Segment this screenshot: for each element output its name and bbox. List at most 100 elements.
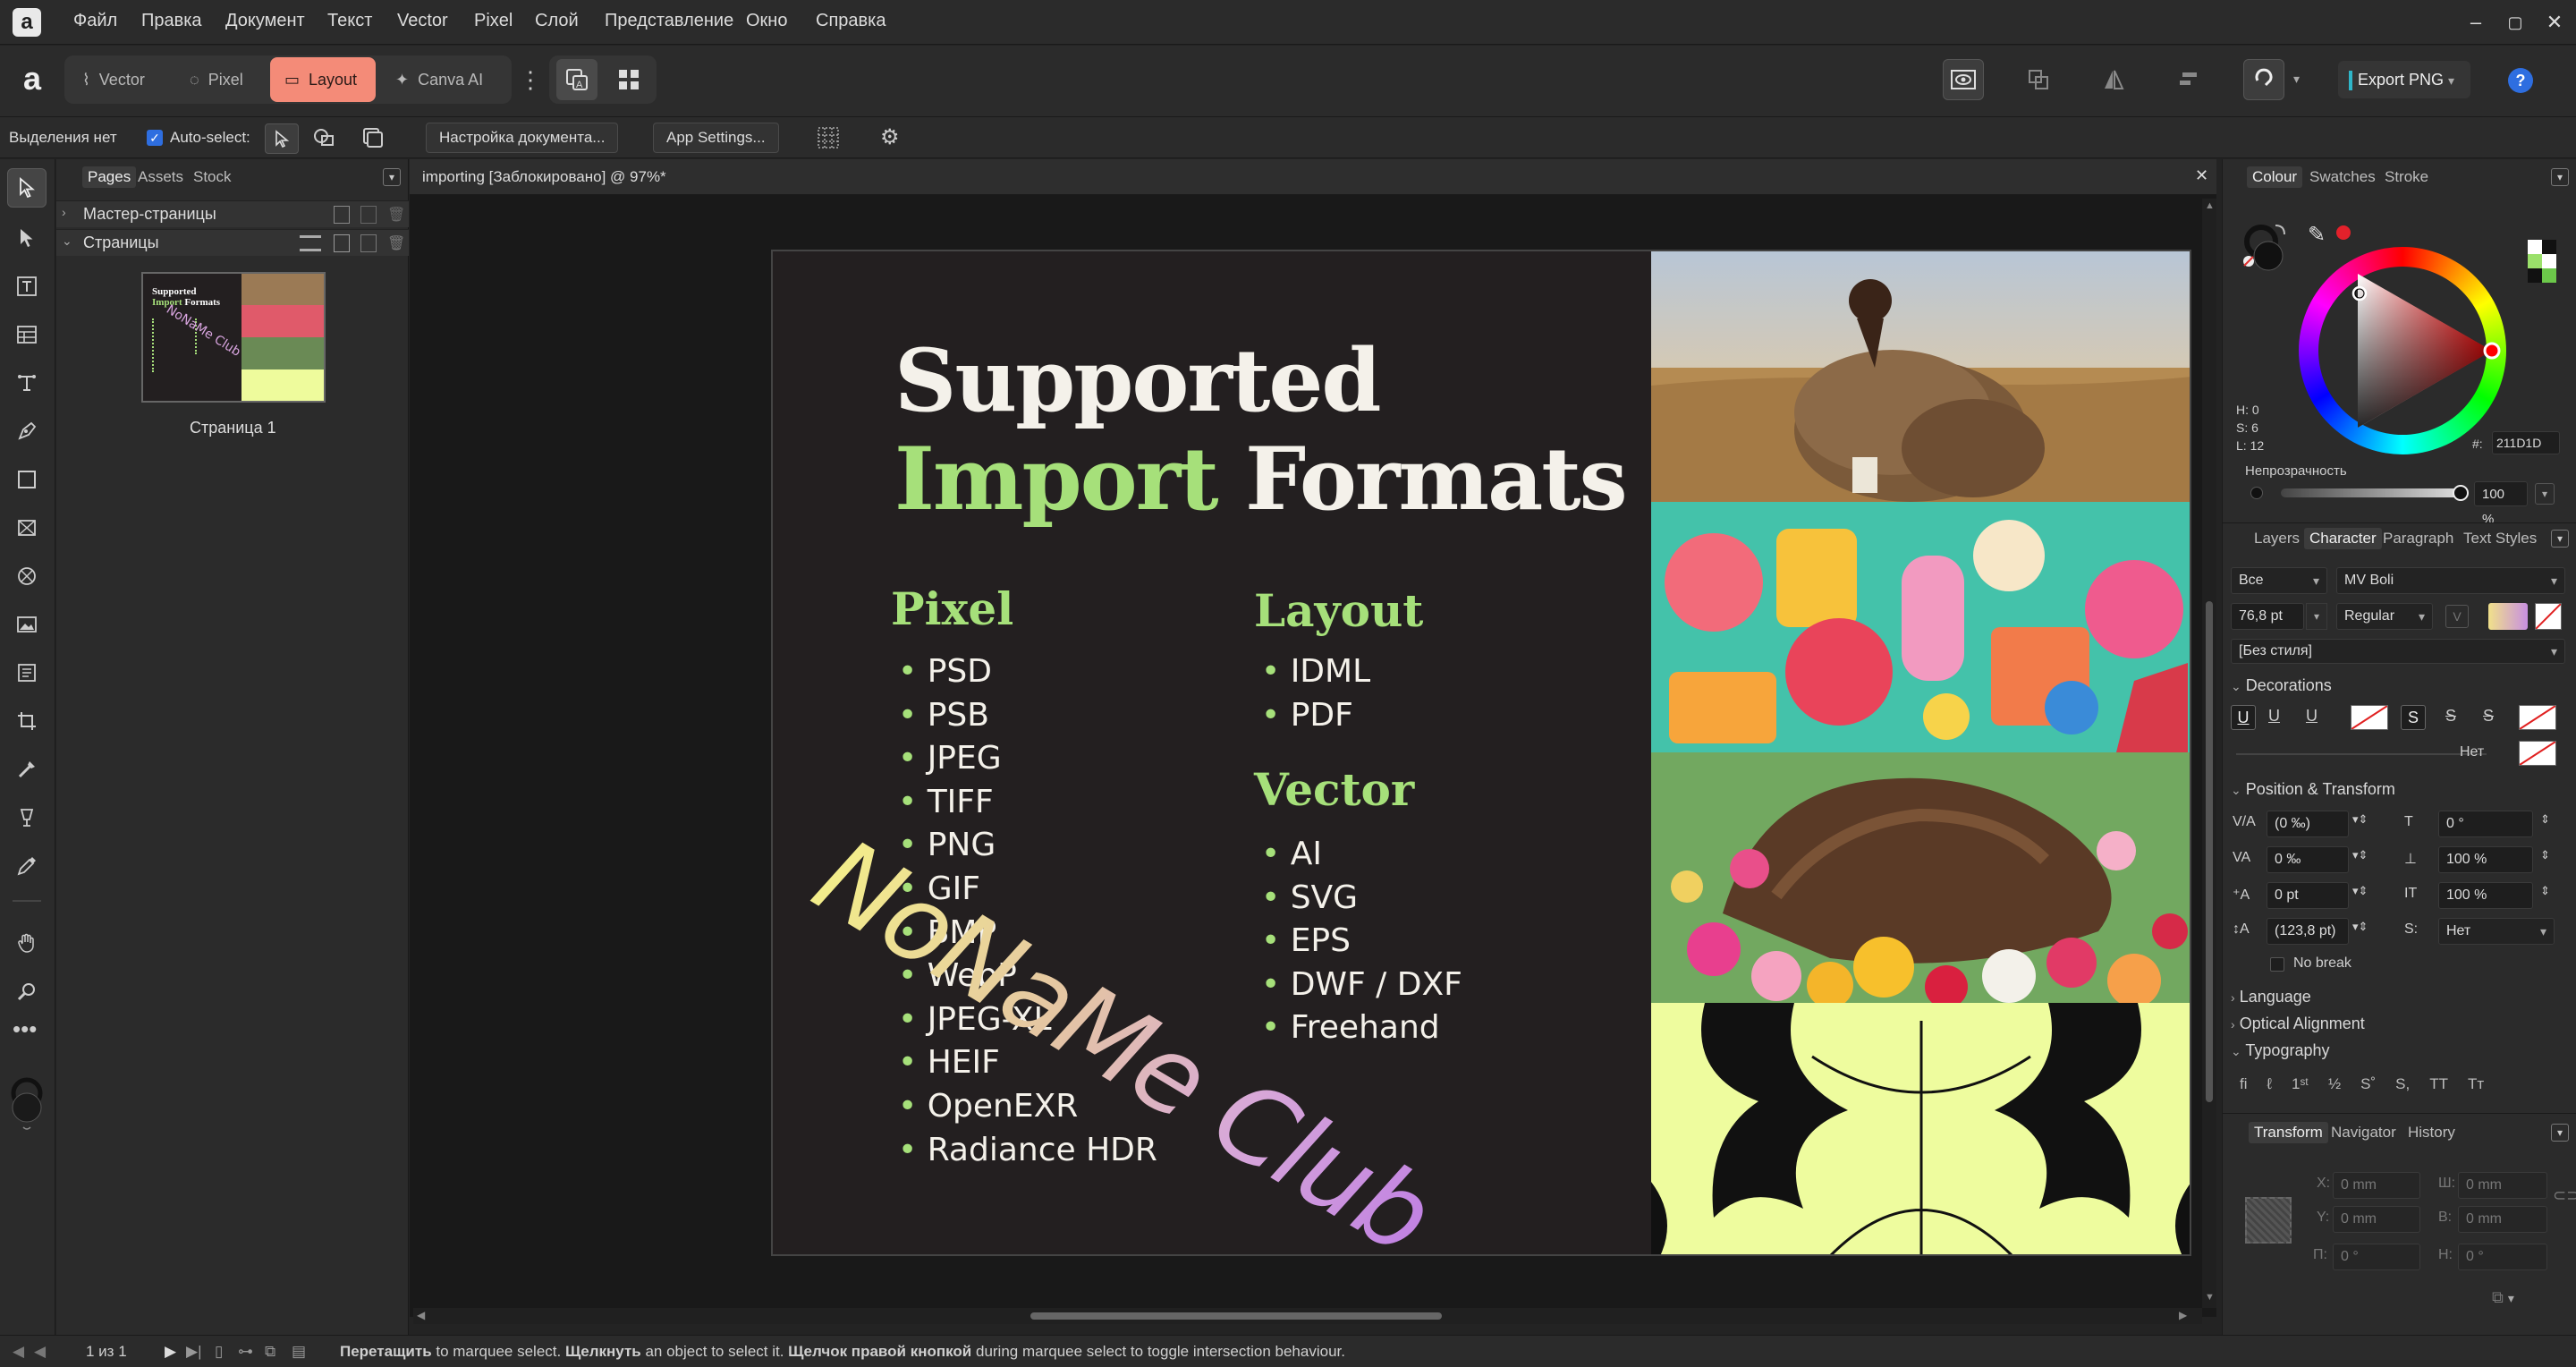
table-tool-icon[interactable] [7,315,47,354]
format-item[interactable]: • PDF [1261,694,1370,738]
skew-stepper-icon[interactable]: ⇕ [2540,812,2550,827]
underline-alt-button[interactable]: U [2306,707,2318,726]
shear-field[interactable]: 0 ° [2458,1244,2547,1270]
link-icon[interactable]: ⊶ [238,1343,253,1361]
format-item[interactable]: • JPEG [898,737,1157,781]
fraction-icon[interactable]: ½ [2328,1075,2341,1093]
caps-dropdown[interactable]: Нет ▾ [2438,918,2555,945]
page-spread-icon[interactable] [300,235,321,251]
select-layer-icon[interactable] [360,125,386,150]
decoration-fill-swatch[interactable] [2519,741,2556,766]
boolean-icon[interactable] [2018,59,2059,100]
menu-vector[interactable]: Vector [397,11,448,31]
vector-format-list[interactable]: • AI • SVG • EPS • DWF / DXF • Freehand [1261,833,1462,1050]
settings-gear-icon[interactable]: ⚙ [880,127,900,149]
fill-stroke-selector[interactable] [2241,222,2292,276]
photo-line-art[interactable] [1651,1003,2190,1254]
position-transform-section[interactable]: ⌄ Position & Transform [2231,780,2395,799]
double-strike-button[interactable]: S [2445,707,2456,726]
subscript-icon[interactable]: S, [2395,1075,2410,1093]
document-setup-button[interactable]: Настройка документа... [426,123,619,153]
scope-dropdown[interactable]: Все ▾ [2231,567,2327,594]
tracking-stepper-icon[interactable]: ▾⇕ [2352,848,2368,862]
menu-edit[interactable]: Правка [141,11,202,31]
width-field[interactable]: 0 mm [2458,1172,2547,1199]
pages-row[interactable]: ⌄ Страницы 🗑 [56,229,409,256]
layout-heading[interactable]: Layout [1254,584,1423,637]
format-item[interactable]: • EPS [1261,920,1462,964]
typography-section[interactable]: ⌄ Typography [2231,1041,2329,1060]
persona-vector[interactable]: ⌇ Vector [68,57,159,102]
underline-button[interactable]: U [2231,705,2256,730]
text-frame-mode-icon[interactable]: A [556,59,597,100]
flip-icon[interactable] [2093,59,2134,100]
minimize-icon[interactable]: – [2458,7,2494,38]
vscale-stepper-icon[interactable]: ⇕ [2540,884,2550,898]
spread-icon[interactable]: ⧉ [265,1343,275,1361]
master-pages-row[interactable]: › Мастер-страницы 🗑 [56,200,409,227]
menu-pixel[interactable]: Pixel [474,11,513,31]
tab-pages[interactable]: Pages [82,166,137,188]
vertical-scroll-thumb[interactable] [2206,601,2213,1102]
kerning-stepper-icon[interactable]: ▾⇕ [2352,812,2368,827]
kerning-field[interactable]: (0 ‰) [2267,811,2349,837]
text-fill-swatch[interactable] [2488,603,2528,630]
font-family-dropdown[interactable]: MV Boli ▾ [2336,567,2565,594]
leading-stepper-icon[interactable]: ▾⇕ [2352,920,2368,934]
optical-alignment-section[interactable]: › Optical Alignment [2231,1015,2365,1033]
tab-history[interactable]: History [2408,1124,2455,1142]
pixel-heading[interactable]: Pixel [891,582,1013,635]
page-thumbnail[interactable]: Supported Import Formats NoNaMe Club [141,272,326,403]
rectangle-tool-icon[interactable] [7,460,47,499]
artboard[interactable]: Supported Import Formats Pixel • PSD • PS… [771,250,2191,1256]
format-item[interactable]: • SVG [1261,877,1462,921]
tab-colour[interactable]: Colour [2247,166,2303,188]
colour-panel-menu-icon[interactable]: ▾ [2551,168,2569,186]
pen-tool-icon[interactable] [7,412,47,451]
strike-alt-button[interactable]: S [2483,707,2494,726]
persona-canva-ai[interactable]: ✦ Canva AI [381,57,497,102]
text-style-dropdown[interactable]: [Без стиля] ▾ [2231,639,2565,664]
photo-flowers[interactable] [1651,752,2190,1003]
persona-layout[interactable]: ▭ Layout [270,57,376,102]
crop-tool-icon[interactable] [7,701,47,741]
transparency-tool-icon[interactable] [7,750,47,789]
language-section[interactable]: › Language [2231,988,2311,1006]
panel-menu-icon[interactable]: ▾ [383,168,401,186]
tab-text-styles[interactable]: Text Styles [2463,530,2537,548]
hscale-field[interactable]: 100 % [2438,846,2533,873]
node-tool-icon[interactable] [7,218,47,258]
snapping-icon[interactable] [2243,59,2284,100]
collapse-chevron-icon[interactable]: ⌄ [62,233,72,249]
zoom-tool-icon[interactable] [7,972,47,1011]
opacity-field[interactable]: 100 % [2474,481,2528,527]
font-weight-dropdown[interactable]: Regular ▾ [2336,603,2433,630]
x-field[interactable]: 0 mm [2333,1172,2420,1199]
auto-select-checkbox[interactable]: ✓ [147,130,163,146]
character-panel-menu-icon[interactable]: ▾ [2551,530,2569,548]
strikethrough-button[interactable]: S [2401,705,2426,730]
menu-layer[interactable]: Слой [535,11,579,31]
menu-document[interactable]: Документ [225,11,305,31]
photo-illustration[interactable] [1651,502,2190,752]
format-item[interactable]: • Radiance HDR [898,1129,1157,1173]
place-image-tool-icon[interactable] [7,605,47,644]
move-tool-icon[interactable] [7,168,47,208]
grid-layout-icon[interactable] [816,125,841,150]
anchor-selector[interactable] [2245,1197,2292,1244]
strike-color-swatch[interactable] [2519,705,2556,730]
tab-paragraph[interactable]: Paragraph [2383,530,2453,548]
delete-master-icon[interactable]: 🗑 [387,206,405,224]
tab-navigator[interactable]: Navigator [2331,1124,2396,1142]
transform-panel-menu-icon[interactable]: ▾ [2551,1124,2569,1142]
format-item[interactable]: • AI [1261,833,1462,877]
opacity-slider[interactable] [2281,485,2469,501]
duplicate-master-icon[interactable] [360,206,377,224]
snapping-dropdown-icon[interactable]: ▾ [2293,72,2300,88]
text-stroke-swatch[interactable] [2535,603,2562,630]
rotation-field[interactable]: 0 ° [2333,1244,2420,1270]
underline-color-swatch[interactable] [2351,705,2388,730]
color-picker-tool-icon[interactable] [7,846,47,886]
layout-format-list[interactable]: • IDML • PDF [1261,650,1370,737]
menu-file[interactable]: Файл [73,11,117,31]
